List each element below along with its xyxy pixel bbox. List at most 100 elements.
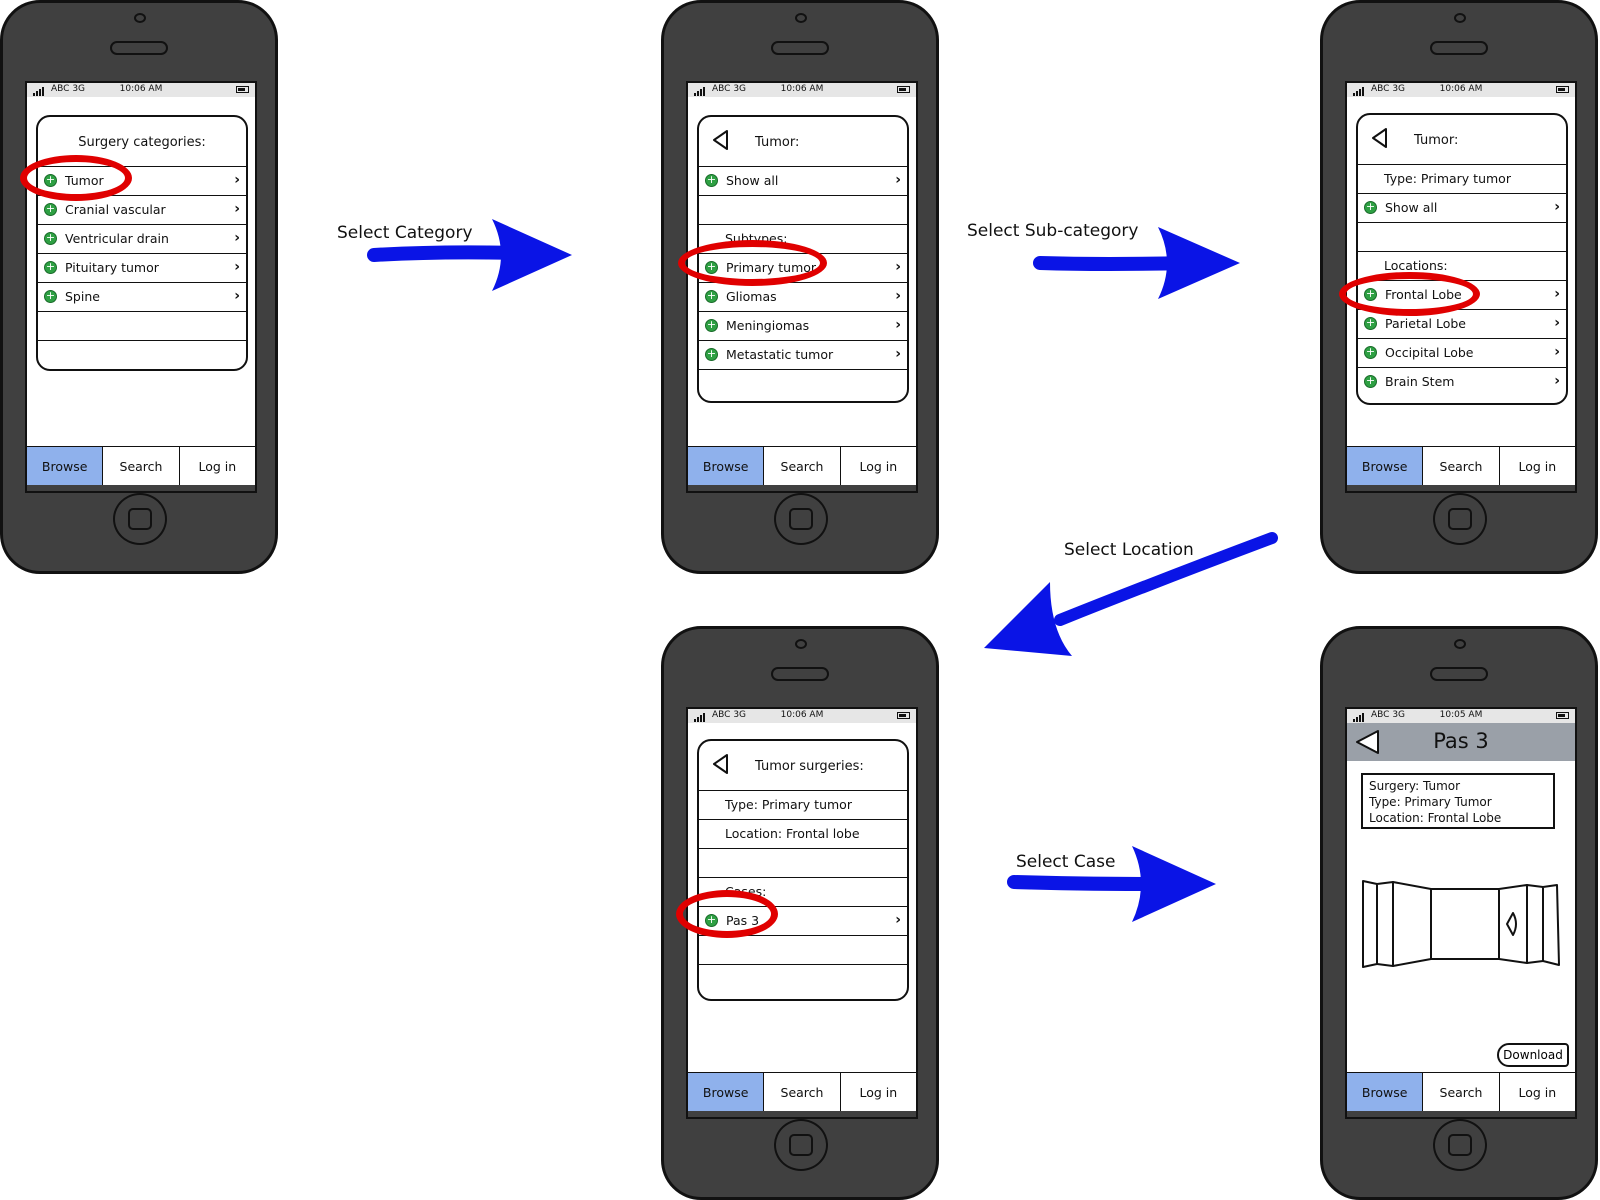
tab-log-in[interactable]: Log in [179, 447, 255, 485]
arrow-select-category [367, 219, 572, 291]
info-location: Location: Frontal Lobe [1369, 811, 1502, 825]
screen-edge [27, 485, 255, 491]
chevron-right-icon: › [895, 172, 901, 188]
case-info-box: Surgery: Tumor Type: Primary Tumor Locat… [1361, 773, 1555, 829]
add-icon: + [1364, 200, 1377, 214]
tab-search[interactable]: Search [103, 447, 180, 485]
back-icon[interactable] [1370, 127, 1388, 149]
tab-log-in[interactable]: Log in [1499, 1073, 1575, 1111]
list-item-ventricular-drain[interactable]: + Ventricular drain › [38, 225, 246, 254]
battery-icon [897, 86, 910, 93]
chevron-right-icon: › [234, 259, 240, 275]
tab-browse[interactable]: Browse [27, 447, 104, 485]
list-item-gliomas[interactable]: + Gliomas › [699, 283, 907, 312]
empty-row [699, 849, 907, 878]
chevron-right-icon: › [234, 201, 240, 217]
add-icon: + [705, 289, 718, 303]
carousel-slide [1526, 884, 1544, 964]
tab-search[interactable]: Search [1423, 447, 1500, 485]
tab-browse[interactable]: Browse [1347, 1073, 1424, 1111]
tab-browse[interactable]: Browse [688, 447, 765, 485]
back-icon[interactable] [711, 129, 729, 151]
chevron-right-icon: › [1554, 286, 1560, 302]
arrow-select-case [1007, 846, 1216, 922]
carousel-slide [1392, 881, 1432, 967]
chevron-right-icon: › [1554, 344, 1560, 360]
case-list: Tumor surgeries: Type: Primary tumor Loc… [697, 739, 909, 1001]
tab-browse[interactable]: Browse [688, 1073, 765, 1111]
home-button[interactable] [774, 493, 828, 545]
home-button[interactable] [1433, 493, 1487, 545]
list-item-spine[interactable]: + Spine › [38, 283, 246, 312]
screen-edge [688, 1111, 916, 1117]
tab-search[interactable]: Search [1423, 1073, 1500, 1111]
location-line: Location: Frontal lobe [699, 820, 907, 849]
add-icon: + [1364, 374, 1377, 388]
empty-row [38, 312, 246, 341]
type-line: Type: Primary tumor [1358, 165, 1566, 194]
tab-log-in[interactable]: Log in [840, 1073, 916, 1111]
status-bar: ABC 3G 10:06 AM [688, 709, 916, 723]
detail-header: Pas 3 [1347, 723, 1575, 761]
carousel-slide [1542, 884, 1560, 966]
info-type: Type: Primary Tumor [1369, 795, 1492, 809]
chevron-right-icon: › [1554, 315, 1560, 331]
list-item-show-all[interactable]: + Show all › [699, 167, 907, 196]
tab-search[interactable]: Search [764, 1073, 841, 1111]
back-icon[interactable] [711, 753, 729, 775]
add-icon: + [705, 173, 718, 187]
chevron-right-icon: › [895, 259, 901, 275]
home-button[interactable] [774, 1119, 828, 1171]
list-item-pituitary-tumor[interactable]: + Pituitary tumor › [38, 254, 246, 283]
tab-search[interactable]: Search [764, 447, 841, 485]
chevron-right-icon: › [234, 230, 240, 246]
tab-browse[interactable]: Browse [1347, 447, 1424, 485]
screen: ABC 3G 10:06 AM Tumor: + Show all › Subtyp… [686, 81, 918, 493]
chevron-right-icon: › [895, 912, 901, 928]
chevron-right-icon: › [895, 288, 901, 304]
download-button[interactable]: Download [1497, 1043, 1569, 1067]
list-item-meningiomas[interactable]: + Meningiomas › [699, 312, 907, 341]
list-item-brain-stem[interactable]: + Brain Stem › [1358, 368, 1566, 397]
location-list: Tumor: Type: Primary tumor + Show all › Lo… [1356, 113, 1568, 405]
tab-log-in[interactable]: Log in [840, 447, 916, 485]
screen-edge [1347, 485, 1575, 491]
screen: ABC 3G 10:05 AM Pas 3 Surgery: Tumor Typ… [1345, 707, 1577, 1119]
home-icon [128, 508, 152, 530]
list-title: Tumor surgeries: [699, 741, 907, 791]
list-title: Tumor: [1358, 115, 1566, 165]
list-title: Tumor: [699, 117, 907, 167]
front-camera [134, 13, 146, 23]
image-carousel[interactable] [1361, 879, 1565, 969]
arrow-select-location [984, 532, 1278, 656]
list-item-metastatic-tumor[interactable]: + Metastatic tumor › [699, 341, 907, 370]
carousel-slide-center [1430, 888, 1500, 960]
chevron-right-icon: › [895, 346, 901, 362]
list-item-occipital-lobe[interactable]: + Occipital Lobe › [1358, 339, 1566, 368]
list-item-show-all[interactable]: + Show all › [1358, 194, 1566, 223]
battery-icon [1556, 712, 1569, 719]
home-button[interactable] [113, 493, 167, 545]
tab-bar: Browse Search Log in [27, 446, 255, 485]
home-icon [1448, 508, 1472, 530]
chevron-right-icon: › [234, 172, 240, 188]
highlight-pas-3 [676, 890, 778, 938]
tab-log-in[interactable]: Log in [1499, 447, 1575, 485]
front-camera [795, 13, 807, 23]
highlight-tumor [20, 155, 132, 201]
empty-row [38, 341, 246, 369]
home-icon [1448, 1134, 1472, 1156]
phone-case-detail: ABC 3G 10:05 AM Pas 3 Surgery: Tumor Typ… [1320, 626, 1598, 1200]
add-icon: + [705, 318, 718, 332]
tab-bar: Browse Search Log in [1347, 446, 1575, 485]
speaker [110, 41, 168, 55]
battery-icon [236, 86, 249, 93]
phone-subcategory: ABC 3G 10:06 AM Tumor: + Show all › Subtyp… [661, 0, 939, 574]
add-icon: + [1364, 316, 1377, 330]
empty-row [699, 196, 907, 225]
add-icon: + [44, 260, 57, 274]
chevron-right-icon: › [1554, 373, 1560, 389]
clock: 10:06 AM [119, 84, 163, 94]
carousel-slide [1362, 880, 1378, 968]
home-button[interactable] [1433, 1119, 1487, 1171]
